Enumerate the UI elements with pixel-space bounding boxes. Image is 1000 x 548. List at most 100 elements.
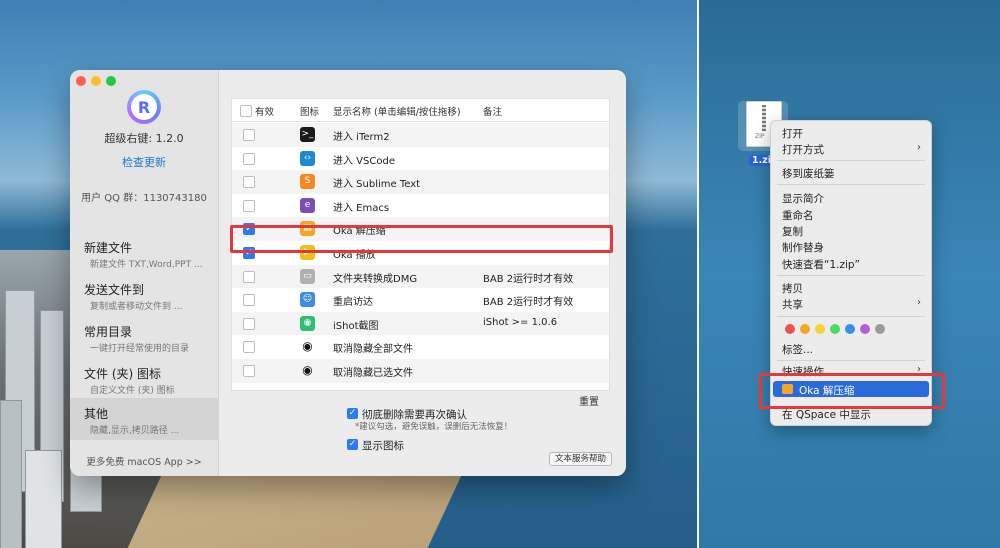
- table-row[interactable]: ‹› 进入 VSCode: [232, 147, 609, 171]
- row-enabled-checkbox[interactable]: [243, 270, 255, 283]
- menu-separator: [777, 160, 925, 161]
- menu-item-show-in-qspace[interactable]: 在 QSpace 中显示: [782, 407, 871, 422]
- row-name[interactable]: 进入 iTerm2: [333, 128, 390, 143]
- sidebar-item-subtitle: 自定义文件 (夹) 图标: [90, 386, 175, 396]
- delete-confirm-checkbox[interactable]: ✓: [347, 408, 358, 419]
- text-service-help-button[interactable]: 文本服务帮助: [549, 452, 613, 466]
- menu-item-open[interactable]: 打开: [782, 126, 803, 141]
- iterm-icon: >_: [300, 127, 315, 142]
- sidebar-item-common-folders[interactable]: 常用目录 一键打开经常使用的目录: [70, 316, 218, 356]
- tag-color-dot[interactable]: [845, 324, 855, 334]
- table-row[interactable]: ▭ 文件夹转换成DMG BAB 2运行时才有效: [232, 264, 609, 289]
- sidebar-item-subtitle: 复制或者移动文件到 ...: [90, 302, 183, 312]
- select-all-checkbox[interactable]: [240, 105, 252, 117]
- row-name[interactable]: 进入 VSCode: [333, 152, 395, 167]
- table-row[interactable]: ◉ 取消隐藏全部文件: [232, 335, 609, 359]
- delete-confirm-hint: *建议勾选，避免误触，误删后无法恢复！: [355, 422, 513, 432]
- row-enabled-checkbox[interactable]: [243, 365, 255, 377]
- row-name[interactable]: 进入 Sublime Text: [333, 175, 420, 190]
- tag-color-dot[interactable]: [860, 324, 870, 334]
- zip-file-tag: ZIP: [755, 133, 765, 140]
- sidebar-item-title: 发送文件到: [84, 283, 145, 297]
- eye-icon: ◉: [302, 363, 313, 377]
- header-enabled: 有效: [255, 107, 275, 118]
- menu-item-share[interactable]: 共享: [782, 297, 803, 312]
- menu-item-move-to-trash[interactable]: 移到废纸篓: [782, 166, 835, 181]
- minimize-window-button[interactable]: [91, 76, 101, 86]
- sidebar-item-send-to[interactable]: 发送文件到 复制或者移动文件到 ...: [70, 274, 218, 314]
- menu-separator: [777, 275, 925, 276]
- menu-item-get-info[interactable]: 显示简介: [782, 191, 824, 206]
- row-name[interactable]: Oka 播放: [333, 246, 376, 261]
- menu-item-quick-look[interactable]: 快速查看“1.zip”: [782, 257, 860, 272]
- screen-divider: [697, 0, 699, 548]
- row-name[interactable]: 重启访达: [333, 293, 373, 308]
- qq-group-text: 用户 QQ 群：1130743180: [81, 193, 207, 204]
- show-icons-label: 显示图标: [362, 440, 404, 452]
- menu-item-duplicate[interactable]: 复制: [782, 224, 803, 239]
- table-row[interactable]: ✓ ▶ Oka 播放: [232, 241, 609, 265]
- menu-item-open-with[interactable]: 打开方式: [782, 142, 824, 157]
- row-name[interactable]: 取消隐藏全部文件: [333, 340, 413, 355]
- row-name[interactable]: 取消隐藏已选文件: [333, 364, 413, 379]
- actions-table: 有效 图标 显示名称 (单击编辑/按住拖移) 备注 >_ 进入 iTerm2 ‹› 进…: [230, 98, 613, 391]
- tag-color-dot[interactable]: [830, 324, 840, 334]
- tag-color-dot[interactable]: [815, 324, 825, 334]
- tag-color-dot[interactable]: [875, 324, 885, 334]
- main-panel: 有效 图标 显示名称 (单击编辑/按住拖移) 备注 >_ 进入 iTerm2 ‹› 进…: [219, 70, 626, 476]
- sidebar-item-title: 新建文件: [84, 241, 133, 255]
- sidebar-item-other[interactable]: 其他 隐藏,显示,拷贝路径 ...: [70, 398, 218, 440]
- row-enabled-checkbox[interactable]: [243, 176, 255, 189]
- header-name: 显示名称 (单击编辑/按住拖移): [333, 107, 461, 118]
- row-enabled-checkbox[interactable]: [243, 341, 255, 354]
- row-enabled-checkbox[interactable]: [243, 294, 255, 307]
- sidebar-item-title: 其他: [84, 407, 109, 421]
- row-name[interactable]: Oka 解压缩: [333, 222, 386, 237]
- menu-separator: [777, 316, 925, 317]
- sidebar-item-folder-icons[interactable]: 文件 (夹) 图标 自定义文件 (夹) 图标: [70, 358, 218, 398]
- sublime-icon: S: [300, 174, 315, 190]
- row-enabled-checkbox[interactable]: [243, 129, 255, 141]
- show-icons-checkbox[interactable]: ✓: [347, 439, 358, 450]
- app-window: R 超级右键: 1.2.0 检查更新 用户 QQ 群：1130743180 新建…: [70, 70, 626, 476]
- check-update-link[interactable]: 检查更新: [70, 154, 218, 170]
- app-logo-icon: R: [127, 90, 161, 124]
- table-row[interactable]: S 进入 Sublime Text: [232, 170, 609, 194]
- reset-button[interactable]: 重置: [579, 393, 599, 408]
- row-enabled-checkbox[interactable]: ✓: [243, 247, 255, 259]
- table-row[interactable]: ☺ 重启访达 BAB 2运行时才有效: [232, 288, 609, 312]
- table-row[interactable]: e 进入 Emacs: [232, 194, 609, 218]
- row-enabled-checkbox[interactable]: [243, 317, 255, 330]
- row-note: BAB 2运行时才有效: [483, 297, 574, 309]
- oka-player-icon: ▶: [300, 245, 315, 260]
- close-window-button[interactable]: [76, 76, 86, 86]
- header-icon: 图标: [300, 107, 320, 118]
- row-name[interactable]: 进入 Emacs: [333, 199, 389, 214]
- highlight-box-oka-unzip-menu: [759, 373, 945, 409]
- row-name[interactable]: 文件夹转换成DMG: [333, 270, 417, 285]
- table-row[interactable]: ◉ iShot截图 iShot >= 1.0.6: [232, 311, 609, 336]
- row-enabled-checkbox[interactable]: [243, 152, 255, 165]
- row-enabled-checkbox[interactable]: [243, 199, 255, 212]
- tag-color-dot[interactable]: [785, 324, 795, 334]
- sidebar: R 超级右键: 1.2.0 检查更新 用户 QQ 群：1130743180 新建…: [70, 70, 219, 476]
- menu-item-make-alias[interactable]: 制作替身: [782, 240, 824, 255]
- sidebar-item-title: 文件 (夹) 图标: [84, 367, 161, 381]
- menu-item-rename[interactable]: 重命名: [782, 208, 814, 223]
- more-apps-link[interactable]: 更多免费 macOS App >>: [70, 454, 218, 468]
- table-row[interactable]: ✓ ▤ Oka 解压缩: [232, 217, 609, 241]
- zoom-window-button[interactable]: [106, 76, 116, 86]
- table-header: 有效 图标 显示名称 (单击编辑/按住拖移) 备注: [232, 99, 609, 122]
- dmg-icon: ▭: [300, 268, 315, 284]
- tag-color-dot[interactable]: [800, 324, 810, 334]
- row-name[interactable]: iShot截图: [333, 317, 379, 332]
- row-enabled-checkbox[interactable]: ✓: [243, 223, 255, 236]
- sidebar-item-subtitle: 隐藏,显示,拷贝路径 ...: [90, 426, 180, 436]
- menu-item-copy[interactable]: 拷贝: [782, 281, 803, 296]
- sidebar-item-new-file[interactable]: 新建文件 新建文件 TXT,Word,PPT ...: [70, 232, 218, 272]
- menu-item-tags[interactable]: 标签...: [782, 342, 813, 357]
- table-row[interactable]: ◉ 取消隐藏已选文件: [232, 359, 609, 383]
- chevron-right-icon: ›: [917, 297, 921, 308]
- menu-separator: [777, 184, 925, 185]
- table-row[interactable]: >_ 进入 iTerm2: [232, 123, 609, 147]
